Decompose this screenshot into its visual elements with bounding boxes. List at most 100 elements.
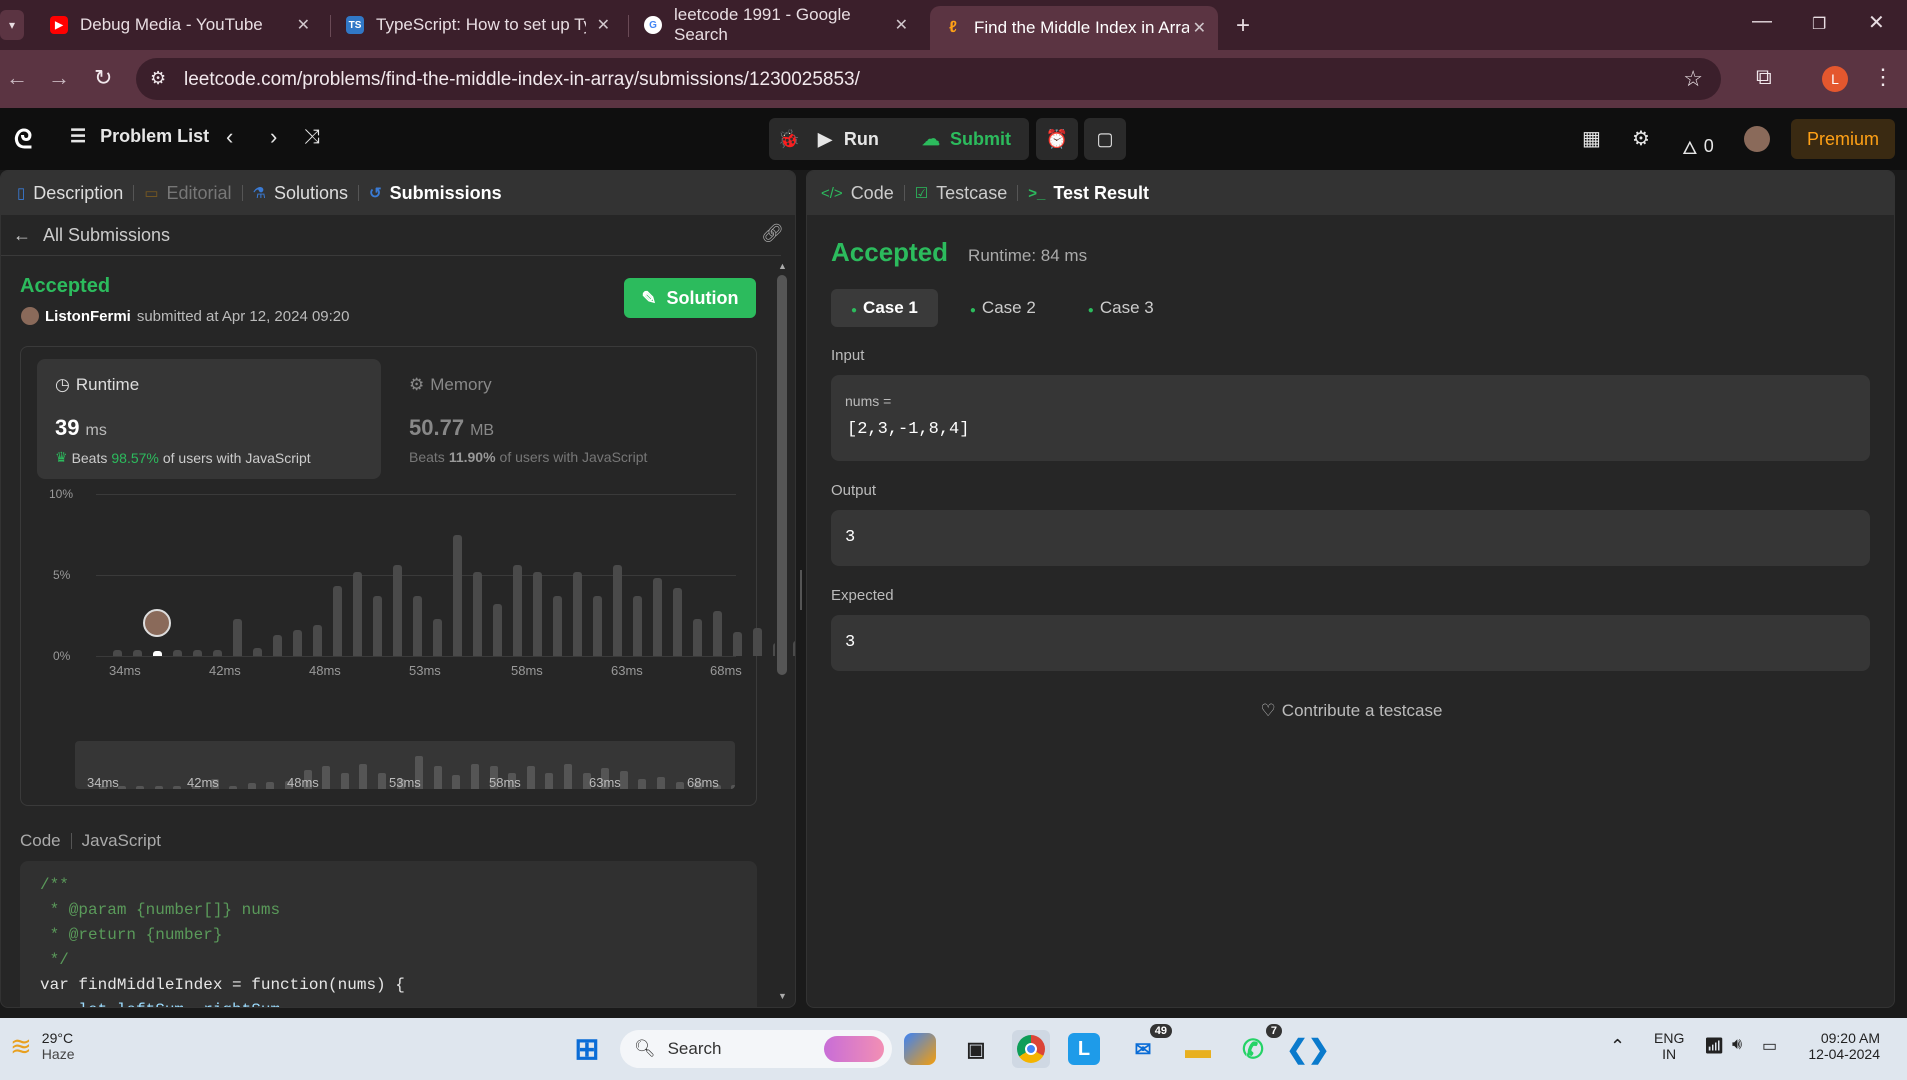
chart-bar[interactable] — [133, 649, 142, 656]
browser-tab-typescript[interactable]: TS TypeScript: How to set up TypeS ✕ — [332, 8, 622, 42]
tab-code[interactable]: </> Code — [807, 183, 904, 204]
close-tab-icon[interactable]: ✕ — [895, 15, 908, 35]
chart-bar[interactable] — [393, 565, 402, 656]
chart-bar[interactable] — [293, 630, 302, 656]
chart-bar[interactable] — [693, 618, 702, 656]
chart-bar[interactable] — [593, 596, 602, 656]
browser-tab-youtube[interactable]: ▶ Debug Media - YouTube ✕ — [36, 8, 322, 42]
leetcode-logo[interactable]: ᘓ — [14, 124, 32, 156]
chart-bar[interactable] — [273, 634, 282, 656]
prev-problem-icon[interactable]: ‹ — [226, 124, 233, 150]
chart-bar[interactable] — [573, 571, 582, 656]
chart-bar[interactable] — [113, 649, 122, 656]
l-app-icon[interactable]: L — [1068, 1033, 1100, 1065]
browser-menu-icon[interactable]: ⋮ — [1872, 64, 1894, 90]
runtime-card[interactable]: ◷ Runtime 39 ms ♛ Beats 98.57% of users … — [37, 359, 381, 479]
all-submissions-link[interactable]: ← All Submissions — [13, 225, 170, 246]
chart-bar[interactable] — [413, 596, 422, 656]
close-tab-icon[interactable]: ✕ — [1193, 18, 1206, 38]
panel-resizer[interactable] — [798, 570, 804, 610]
output-box[interactable]: 3 — [831, 510, 1870, 566]
notes-icon[interactable]: ▢ — [1084, 118, 1126, 160]
file-explorer-icon[interactable]: ▬ — [1179, 1030, 1217, 1068]
case-tab-1[interactable]: ● Case 1 — [831, 289, 938, 327]
scrollbar-thumb[interactable] — [777, 275, 787, 675]
minimize-icon[interactable]: — — [1752, 10, 1772, 33]
username[interactable]: ListonFermi — [45, 308, 131, 325]
chart-bar[interactable] — [353, 571, 362, 656]
solution-button[interactable]: ✎ Solution — [624, 278, 756, 318]
chart-bar[interactable] — [173, 649, 182, 656]
extensions-icon[interactable]: ⧉ — [1756, 64, 1772, 90]
debug-icon[interactable]: 🐞 — [769, 118, 809, 160]
chart-bar[interactable] — [673, 587, 682, 656]
chart-bar[interactable] — [653, 578, 662, 656]
your-submission-marker[interactable] — [143, 609, 171, 638]
chart-bar[interactable] — [733, 631, 742, 656]
chrome-icon[interactable] — [1012, 1030, 1050, 1068]
browser-tab-leetcode[interactable]: ℓ Find the Middle Index in Array - ✕ — [930, 6, 1218, 50]
tab-test-result[interactable]: >_ Test Result — [1018, 183, 1159, 204]
taskbar-search[interactable]: 🔍︎ Search — [620, 1030, 892, 1068]
chart-bar[interactable] — [453, 534, 462, 656]
chart-bar[interactable] — [433, 618, 442, 656]
chart-bar[interactable] — [613, 565, 622, 656]
battery-icon[interactable]: ▭ — [1762, 1036, 1777, 1056]
scrollbar[interactable]: ▲ ▼ — [775, 257, 789, 1005]
chart-bar[interactable] — [473, 571, 482, 656]
weather-widget[interactable]: ≋ 29°C Haze — [10, 1030, 74, 1062]
url-text[interactable]: leetcode.com/problems/find-the-middle-in… — [184, 69, 860, 91]
next-problem-icon[interactable]: › — [270, 124, 277, 150]
close-window-icon[interactable]: ✕ — [1868, 10, 1885, 35]
settings-icon[interactable]: ⚙ — [1632, 126, 1650, 151]
mail-icon[interactable]: ✉ 49 — [1124, 1024, 1172, 1068]
chart-bar[interactable] — [793, 641, 795, 656]
user-avatar[interactable] — [1744, 126, 1770, 152]
restore-icon[interactable]: ❐ — [1812, 14, 1826, 34]
wifi-icon[interactable]: 📶︎ — [1704, 1036, 1724, 1056]
link-icon[interactable]: 🔗︎ — [761, 223, 784, 244]
site-info-icon[interactable]: ⚙ — [150, 68, 166, 89]
clock[interactable]: 09:20 AM 12-04-2024 — [1800, 1030, 1880, 1062]
reload-icon[interactable]: ↻ — [94, 65, 112, 91]
chart-bar[interactable] — [713, 610, 722, 656]
chart-bar[interactable] — [313, 625, 322, 656]
language-indicator[interactable]: ENG IN — [1654, 1030, 1684, 1062]
chart-range-selector[interactable]: 34ms 42ms 48ms 53ms 58ms 63ms 68ms — [75, 741, 735, 789]
windows-start-icon[interactable]: ⊞ — [568, 1030, 606, 1068]
submit-button[interactable]: ☁ Submit — [922, 118, 1011, 160]
shuffle-icon[interactable]: ⤨ — [304, 126, 320, 149]
vscode-icon[interactable]: ❮❯ — [1286, 1030, 1330, 1068]
browser-tab-google[interactable]: G leetcode 1991 - Google Search ✕ — [630, 5, 920, 44]
volume-icon[interactable]: 🔊︎ — [1732, 1036, 1742, 1054]
chart-bar[interactable] — [373, 596, 382, 656]
chart-bar[interactable] — [193, 649, 202, 656]
back-icon[interactable]: ← — [6, 65, 28, 91]
contribute-testcase-link[interactable]: ♡ Contribute a testcase — [807, 701, 1894, 721]
chart-bar[interactable] — [233, 618, 242, 656]
new-tab-button[interactable]: + — [1236, 12, 1250, 40]
tab-testcase[interactable]: ☑ Testcase — [905, 183, 1018, 204]
chart-bar[interactable] — [513, 565, 522, 656]
chart-bar[interactable] — [553, 596, 562, 656]
forward-icon[interactable]: → — [48, 65, 70, 91]
premium-button[interactable]: Premium — [1791, 119, 1895, 159]
input-box[interactable]: nums = [2,3,-1,8,4] — [831, 375, 1870, 461]
close-tab-icon[interactable]: ✕ — [297, 15, 310, 35]
streak-counter[interactable]: 🜂 0 — [1682, 128, 1714, 165]
code-block[interactable]: /** * @param {number[]} nums * @return {… — [20, 861, 757, 1007]
problem-list-button[interactable]: ☰ Problem List — [70, 126, 209, 147]
task-view-icon[interactable]: ▣ — [957, 1030, 995, 1068]
tab-editorial[interactable]: ▭ Editorial — [134, 183, 241, 204]
tab-submissions[interactable]: ↺ Submissions — [359, 183, 512, 204]
tab-solutions[interactable]: ⚗ Solutions — [243, 183, 359, 204]
chart-bar[interactable] — [153, 651, 162, 656]
expected-box[interactable]: 3 — [831, 615, 1870, 671]
copilot-icon[interactable] — [904, 1033, 936, 1065]
omnibox[interactable]: ⚙ leetcode.com/problems/find-the-middle-… — [136, 58, 1721, 100]
chart-bar[interactable] — [753, 628, 762, 656]
chart-bar[interactable] — [213, 649, 222, 656]
run-button[interactable]: ▶ Run — [818, 118, 879, 160]
chart-bar[interactable] — [633, 596, 642, 656]
chevron-up-icon[interactable]: ⌃ — [1610, 1036, 1625, 1057]
